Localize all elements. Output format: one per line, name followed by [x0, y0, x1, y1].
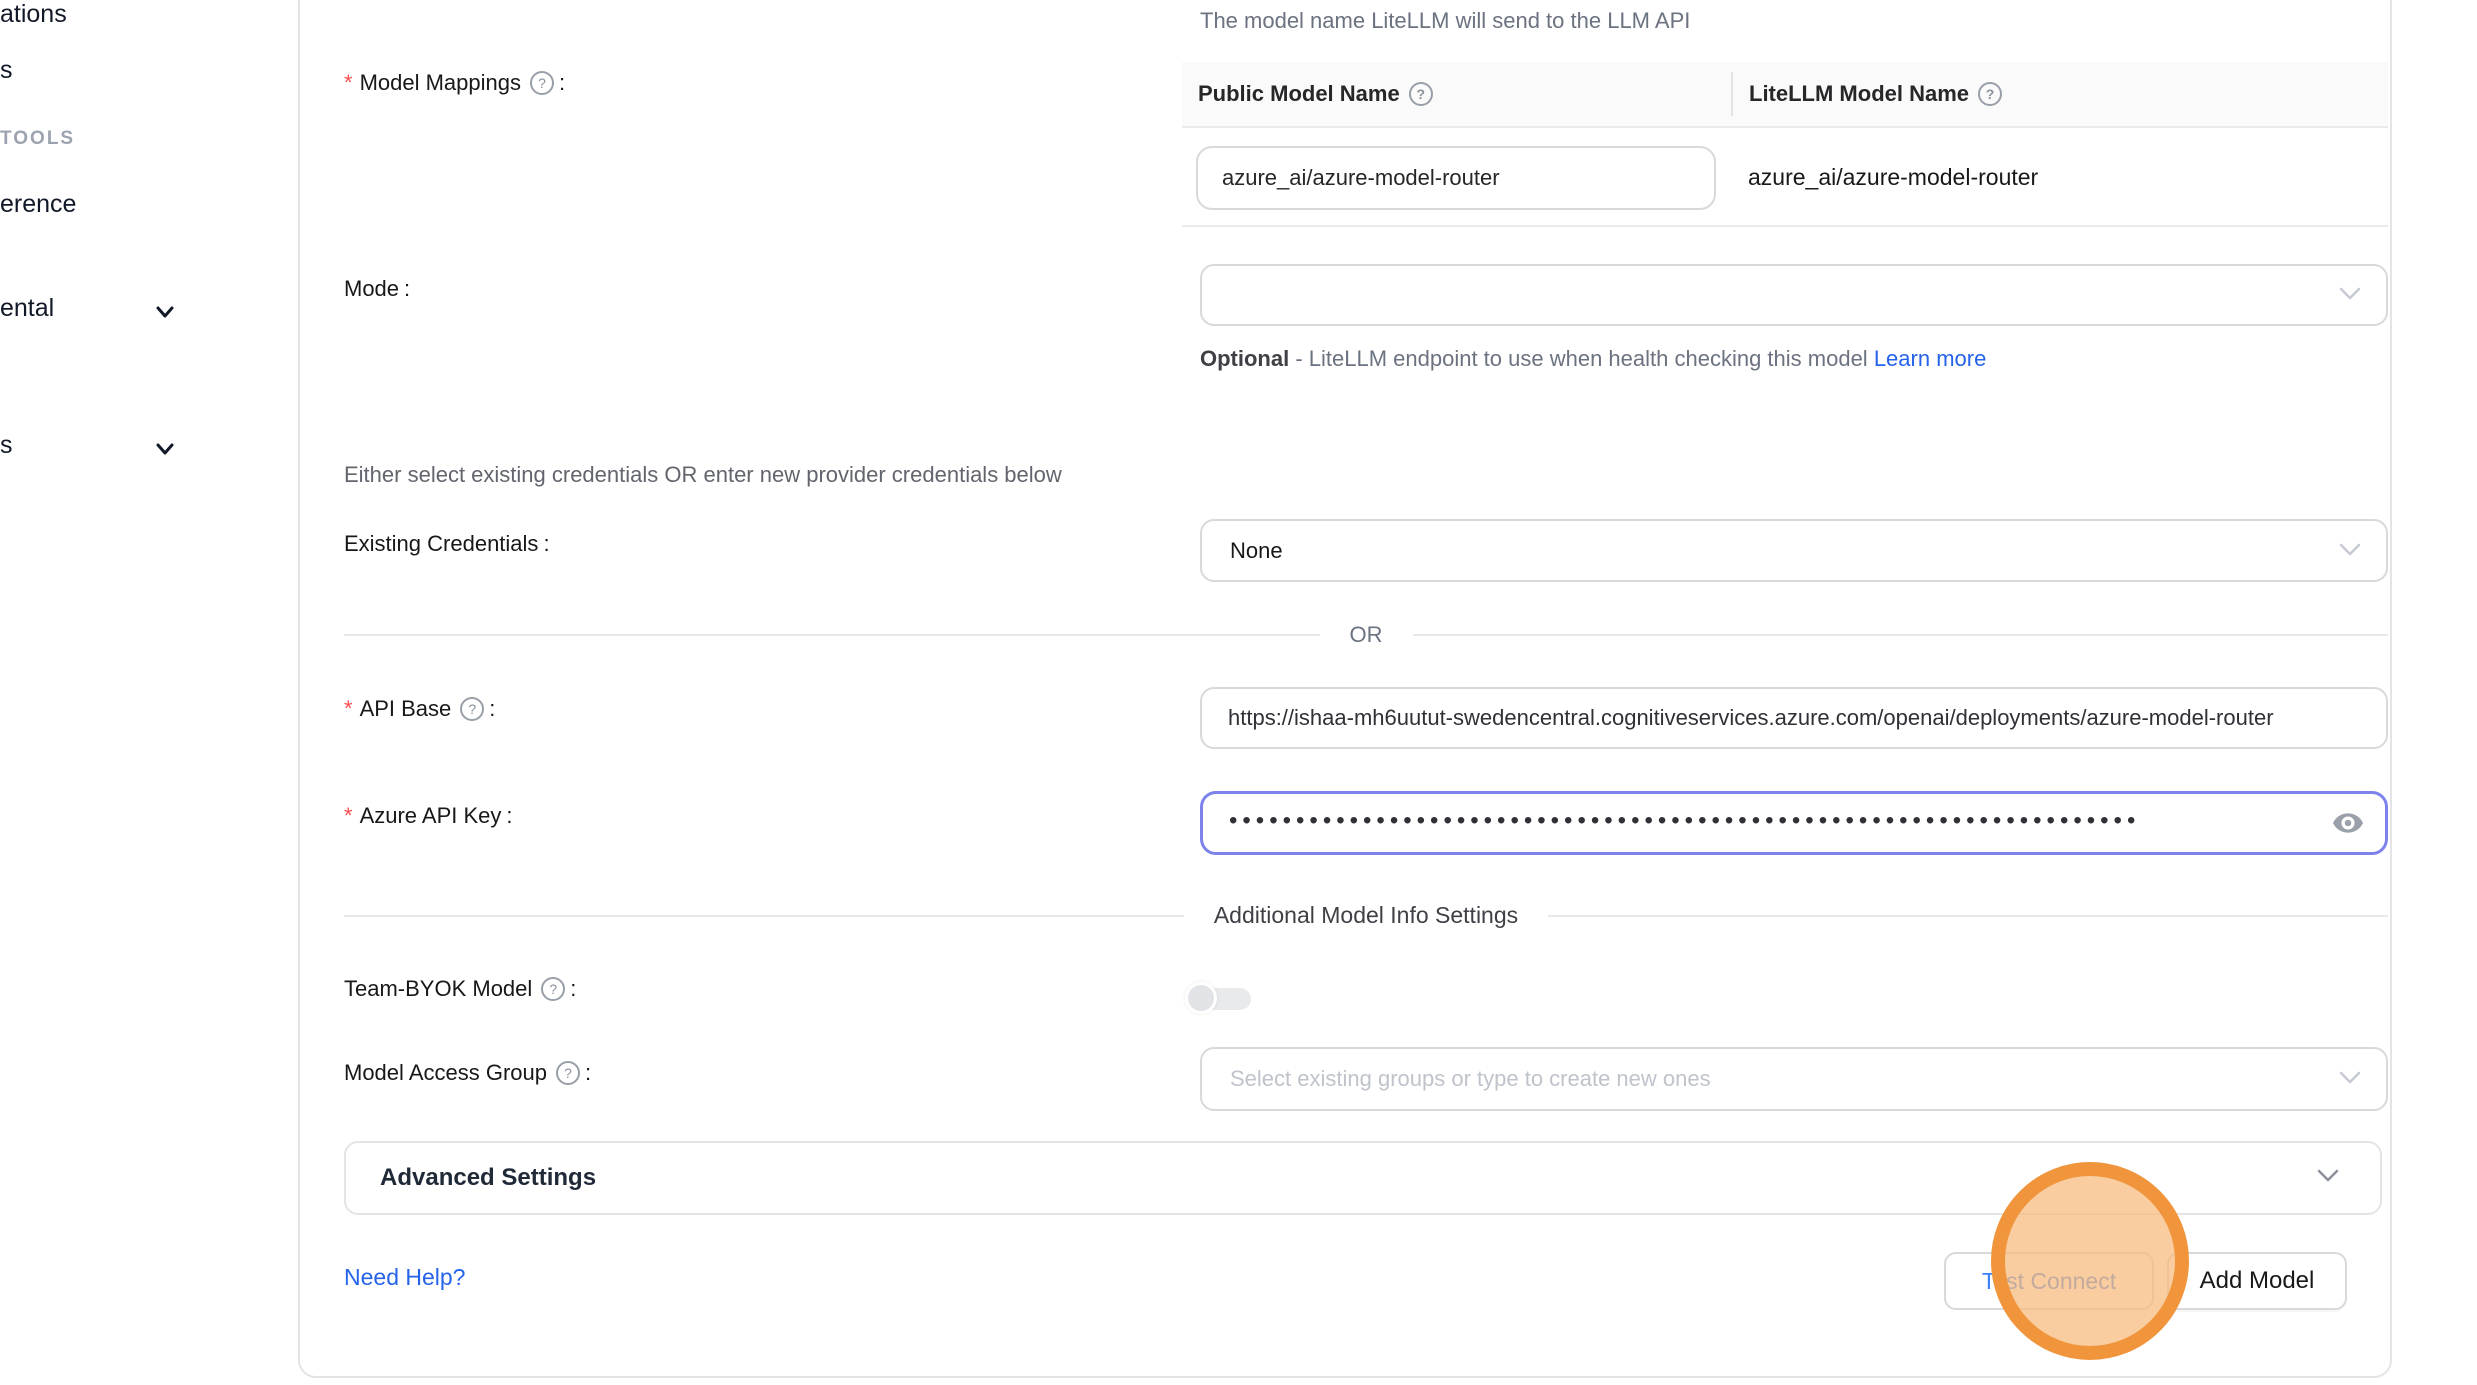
add-model-form-screen: ations s TOOLS erence ental s The model …: [0, 0, 2477, 1385]
team-byok-label: Team-BYOK Model ? :: [344, 976, 576, 1002]
mode-select[interactable]: [1200, 264, 2388, 326]
chevron-down-icon: [2338, 1066, 2362, 1092]
azure-api-key-input[interactable]: ••••••••••••••••••••••••••••••••••••••••…: [1200, 791, 2388, 855]
chevron-down-icon: [2338, 538, 2362, 564]
existing-credentials-label: Existing Credentials :: [344, 531, 550, 557]
or-divider: OR: [344, 622, 2388, 648]
additional-settings-divider: Additional Model Info Settings: [344, 902, 2388, 929]
team-byok-toggle[interactable]: [1185, 982, 1253, 1016]
public-model-name-header: Public Model Name ?: [1182, 81, 1731, 107]
model-mappings-table-header: Public Model Name ? LiteLLM Model Name ?: [1182, 62, 2388, 128]
help-icon[interactable]: ?: [530, 71, 554, 95]
eye-icon[interactable]: [2331, 806, 2365, 840]
need-help-link[interactable]: Need Help?: [344, 1264, 465, 1291]
masked-password-value: ••••••••••••••••••••••••••••••••••••••••…: [1229, 809, 2331, 833]
help-icon[interactable]: ?: [460, 697, 484, 721]
public-model-name-input[interactable]: [1196, 146, 1716, 210]
chevron-down-icon: [2338, 282, 2362, 308]
chevron-down-icon[interactable]: [150, 434, 180, 464]
required-asterisk: *: [344, 803, 353, 829]
azure-api-key-label: * Azure API Key :: [344, 803, 513, 829]
model-name-hint: The model name LiteLLM will send to the …: [1200, 8, 1690, 34]
chevron-down-icon[interactable]: [150, 297, 180, 327]
model-mappings-label: * Model Mappings ? :: [344, 70, 565, 96]
toggle-knob: [1185, 982, 1217, 1014]
help-icon[interactable]: ?: [541, 977, 565, 1001]
sidebar-item-organizations[interactable]: ations: [0, 0, 67, 29]
sidebar-section-tools: TOOLS: [0, 128, 75, 150]
sidebar-item-reference[interactable]: erence: [0, 190, 76, 219]
mode-label: Mode :: [344, 276, 410, 302]
sidebar-item-settings[interactable]: s: [0, 431, 13, 460]
litellm-model-name-header: LiteLLM Model Name ?: [1731, 72, 2388, 116]
learn-more-link[interactable]: Learn more: [1874, 346, 1987, 371]
help-icon[interactable]: ?: [1409, 82, 1433, 106]
model-access-group-label: Model Access Group ? :: [344, 1060, 591, 1086]
required-asterisk: *: [344, 696, 353, 722]
add-model-button[interactable]: Add Model: [2167, 1252, 2347, 1310]
api-base-input[interactable]: https://ishaa-mh6uutut-swedencentral.cog…: [1200, 687, 2388, 749]
required-asterisk: *: [344, 70, 353, 96]
chevron-down-icon: [2316, 1168, 2340, 1189]
help-icon[interactable]: ?: [1978, 82, 2002, 106]
existing-credentials-select[interactable]: None: [1200, 519, 2388, 582]
credentials-note: Either select existing credentials OR en…: [344, 462, 1062, 488]
advanced-settings-panel[interactable]: Advanced Settings: [344, 1141, 2382, 1215]
model-mappings-table: Public Model Name ? LiteLLM Model Name ?…: [1182, 62, 2388, 227]
help-icon[interactable]: ?: [556, 1061, 580, 1085]
mode-help-text: Optional - LiteLLM endpoint to use when …: [1200, 338, 2010, 379]
sidebar-item-experimental[interactable]: ental: [0, 294, 54, 323]
api-base-label: * API Base ? :: [344, 696, 495, 722]
model-mappings-table-row: azure_ai/azure-model-router: [1182, 128, 2388, 227]
litellm-model-name-value: azure_ai/azure-model-router: [1748, 128, 2038, 227]
test-connect-button[interactable]: Test Connect: [1944, 1252, 2154, 1310]
sidebar-item-1[interactable]: s: [0, 56, 13, 85]
model-access-group-select[interactable]: Select existing groups or type to create…: [1200, 1047, 2388, 1111]
